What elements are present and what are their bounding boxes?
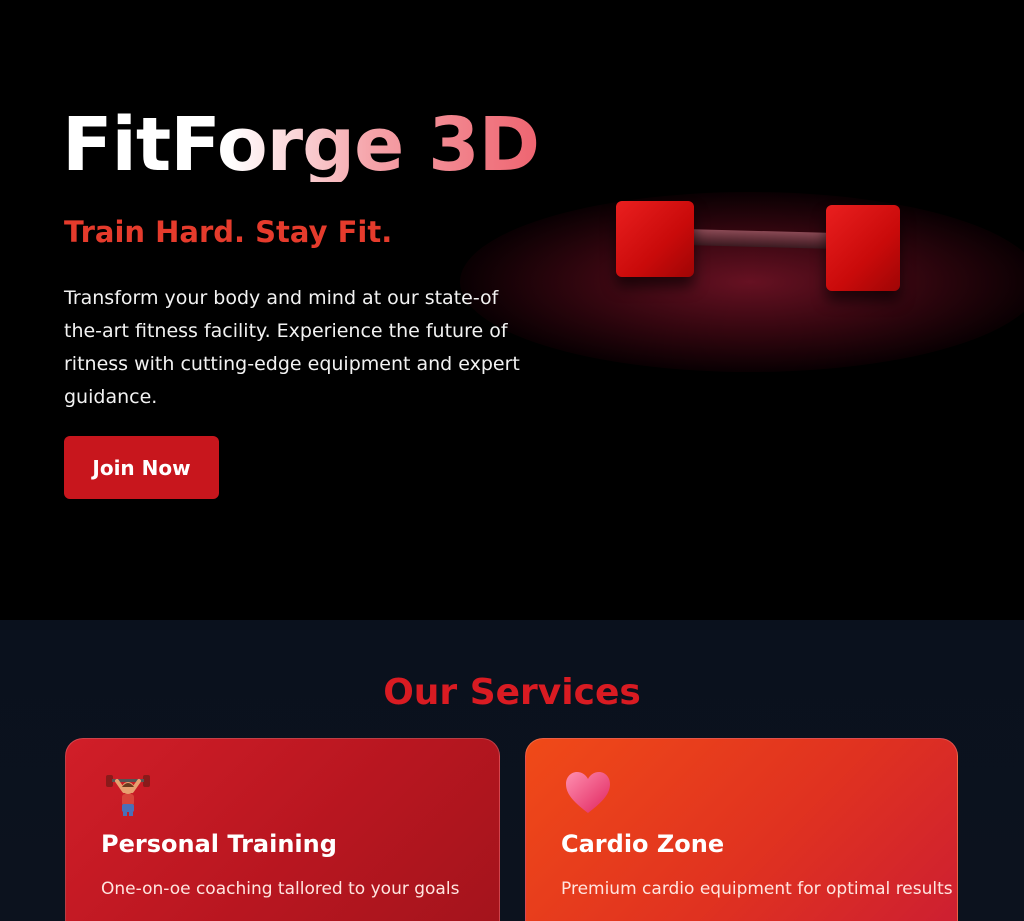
service-title: Personal Training — [101, 830, 337, 858]
hero-section: FitForge 3D Train Hard. Stay Fit. Transf… — [0, 0, 1024, 620]
services-title: Our Services — [383, 672, 641, 713]
dumbbell-left-weight — [616, 201, 694, 277]
service-description: One-on-oe coaching tallored to your goal… — [101, 879, 460, 899]
dumbbell-3d-model[interactable] — [610, 195, 910, 305]
dumbbell-bar — [679, 228, 841, 250]
join-now-button[interactable]: Join Now — [64, 436, 219, 499]
hero-tagline: Train Hard. Stay Fit. — [64, 215, 393, 249]
dumbbell-right-weight — [826, 205, 900, 291]
services-section: Our Services Personal Training One-on-oe… — [0, 620, 1024, 921]
service-card-cardio-zone[interactable]: Cardio Zone Premium cardio equipment for… — [525, 738, 958, 921]
heart-icon — [562, 767, 614, 819]
weightlifter-icon — [102, 767, 154, 819]
brand-title: FitForge 3D — [62, 102, 540, 188]
service-title: Cardio Zone — [561, 830, 725, 858]
hero-description: Transform your body and mind at our stat… — [64, 287, 520, 408]
service-card-personal-training[interactable]: Personal Training One-on-oe coaching tal… — [65, 738, 500, 921]
service-description: Premium cardio equipment for optimal res… — [561, 879, 953, 899]
